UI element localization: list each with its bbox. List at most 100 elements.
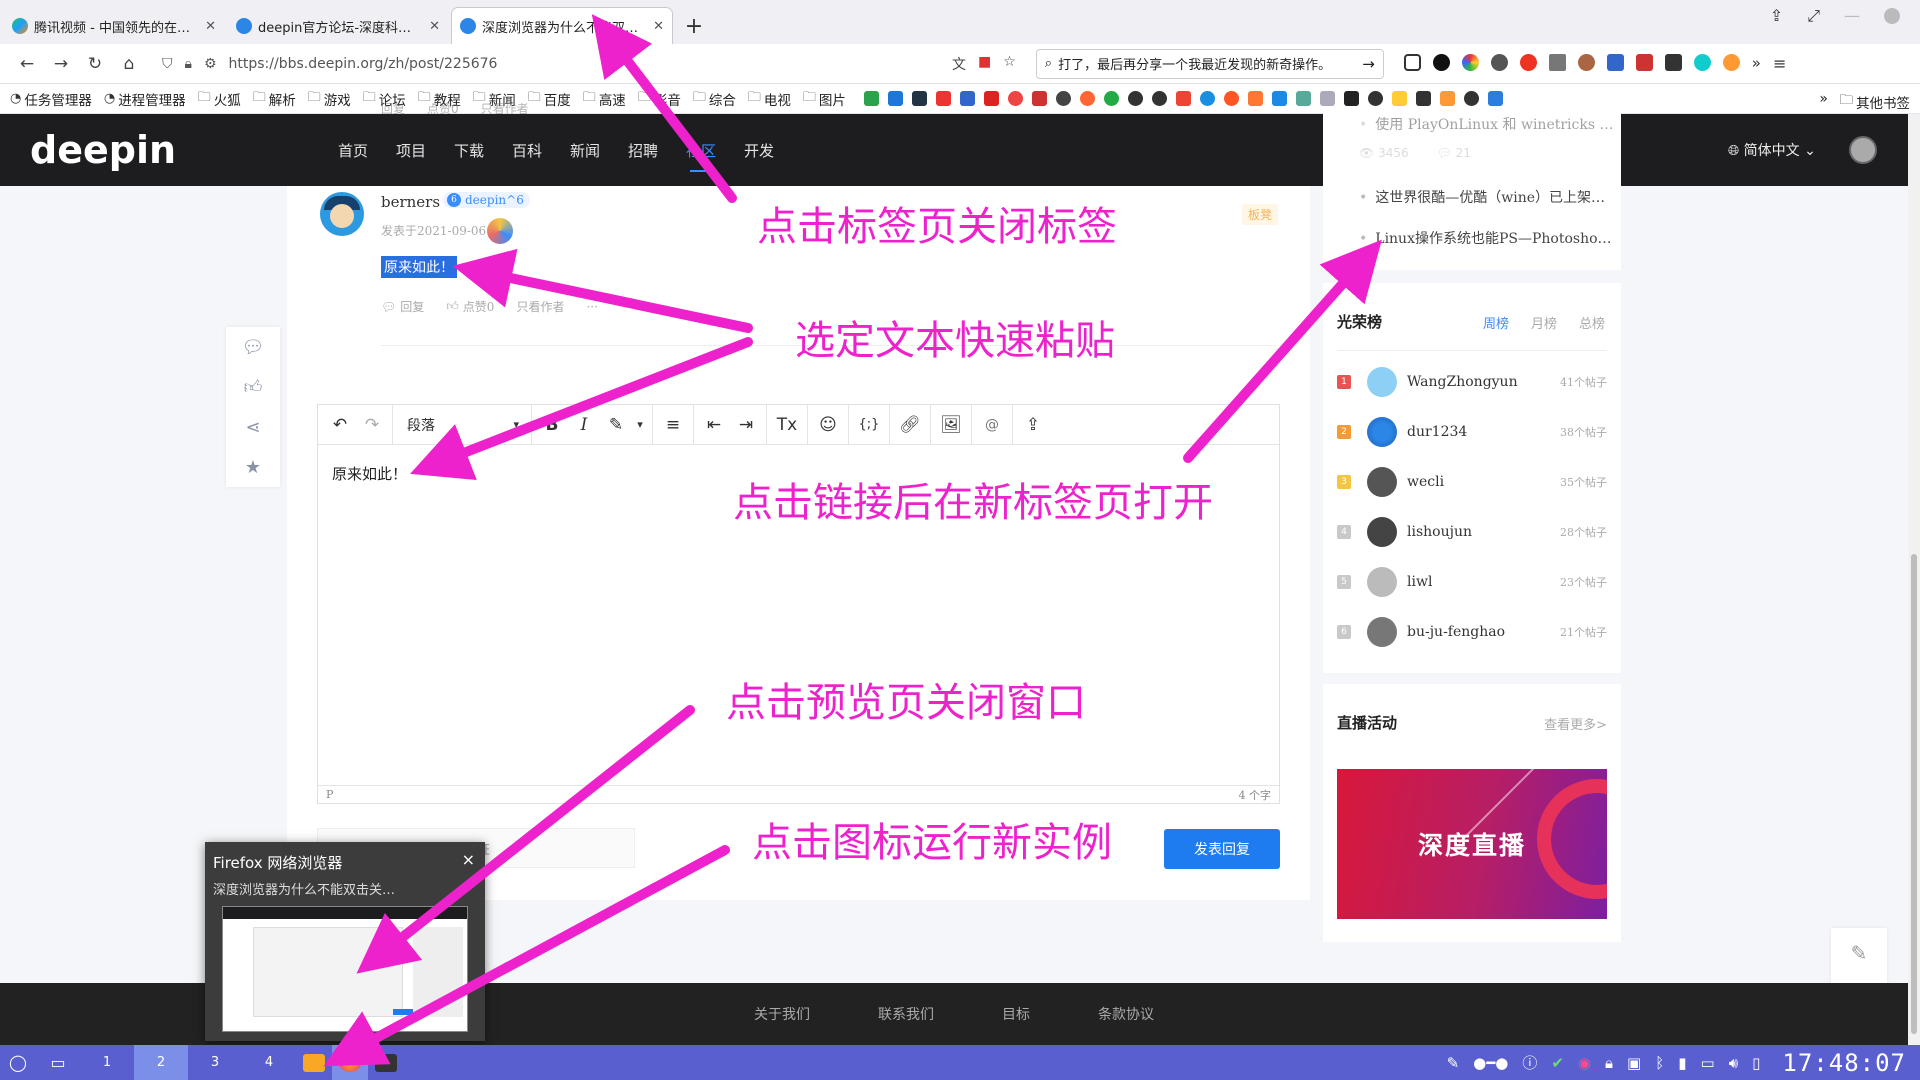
toggle-icon[interactable]: ●━● [1473,1054,1508,1072]
check-icon[interactable]: ✔ [1551,1054,1564,1072]
new-tab-button[interactable]: + [676,8,712,44]
bookmark-favicon-icon[interactable] [1391,91,1407,106]
bookmark-favicon-icon[interactable] [1199,91,1215,106]
app-tray-icon[interactable]: ◉ [1578,1054,1591,1072]
language-select[interactable]: 🌐︎ 简体中文 ⌄ [1728,140,1816,160]
workspace-1[interactable]: 1 [80,1045,134,1080]
tab-monthly[interactable]: 月榜 [1531,313,1557,332]
nav-community[interactable]: 社区 [672,114,730,186]
url-bar[interactable]: ⛉ 🔒︎ ⚙ https://bbs.deepin.org/zh/post/22… [154,49,944,79]
bookmark-star-icon[interactable]: ☆ [1003,54,1016,74]
bookmark-favicon-icon[interactable] [1127,91,1143,106]
paragraph-select[interactable]: 段落 ▾ [397,409,527,441]
bookmark-folder[interactable]: 🗀︎ 百度 [528,88,571,110]
hot-post-link[interactable]: 这世界很酷—优酷（wine）已上架… [1359,187,1605,207]
bookmark-favicon-icon[interactable] [1247,91,1263,106]
forward-icon[interactable]: → [44,48,78,80]
tab-weekly[interactable]: 周榜 [1483,313,1509,332]
scrollbar-thumb[interactable] [1911,554,1917,1034]
adblock-icon[interactable] [1519,54,1537,71]
redo-icon[interactable]: ↷ [356,409,388,441]
clipboard-icon[interactable]: ▣ [1627,1054,1641,1072]
nav-projects[interactable]: 项目 [382,114,440,186]
more-button[interactable]: ··· [586,298,597,315]
bookmarks-overflow-icon[interactable]: » [1819,91,1828,107]
translate-ext-icon[interactable] [1606,54,1624,71]
nav-develop[interactable]: 开发 [730,114,788,186]
extension-icon[interactable] [1490,54,1508,71]
highlight-icon[interactable]: ✎ [600,409,632,441]
bookmark-favicon-icon[interactable] [935,91,951,106]
bookmark-favicon-icon[interactable] [1175,91,1191,106]
edit-icon[interactable]: ✎ [1851,941,1868,965]
sd-card-icon[interactable]: ▮ [1678,1054,1686,1072]
workspace-3[interactable]: 3 [188,1045,242,1080]
bookmark-folder[interactable]: 🗀︎ 影音 [638,88,681,110]
image-icon[interactable]: 🖼︎ [935,409,967,441]
tab-close-icon[interactable]: ✕ [205,19,216,34]
undo-icon[interactable]: ↶ [324,409,356,441]
nav-download[interactable]: 下载 [440,114,498,186]
clear-format-icon[interactable]: Tx [771,409,803,441]
like-button[interactable]: 👍︎ 点赞0 [446,298,494,315]
search-go-icon[interactable]: → [1362,55,1375,73]
bookmark-favicon-icon[interactable] [1031,91,1047,106]
menu-icon[interactable]: ≡ [1773,54,1786,73]
notification-icon[interactable]: ⓘ [1522,1052,1537,1073]
rank-row[interactable]: 1 WangZhongyun 41个帖子 [1337,365,1607,399]
bookmark-favicon-icon[interactable] [1463,91,1479,106]
bookmark-favicon-icon[interactable] [1151,91,1167,106]
bookmark-favicon-icon[interactable] [1079,91,1095,106]
pen-icon[interactable]: ✎ [1447,1054,1460,1072]
screenshot-icon[interactable] [1664,54,1682,71]
footer-terms[interactable]: 条款协议 [1098,1004,1154,1024]
wps-icon[interactable] [1635,54,1653,71]
bookmark-item[interactable]: ◔ 进程管理器 [104,89,186,109]
lock-icon[interactable]: 🔒︎ [1605,1054,1613,1072]
browser-tab-1[interactable]: 腾讯视频 - 中国领先的在线视频媒体平台 ✕ [4,8,224,44]
show-desktop-icon[interactable]: ▭ [36,1045,80,1080]
live-more-link[interactable]: 查看更多> [1544,714,1607,733]
bookmark-folder[interactable]: 🗀︎ 解析 [253,88,296,110]
bookmark-favicon-icon[interactable] [1295,91,1311,106]
clock[interactable]: 17:48:07 [1782,1049,1906,1077]
footer-contact[interactable]: 联系我们 [878,1004,934,1024]
comment-icon[interactable]: 💬︎ [242,335,265,359]
info-icon[interactable] [1432,54,1450,71]
taskbar-window-preview[interactable]: Firefox 网络浏览器 × 深度浏览器为什么不能双击关… [205,842,485,1041]
workspace-4[interactable]: 4 [242,1045,296,1080]
volume-icon[interactable]: 🔊︎ [1729,1054,1738,1072]
bookmark-favicon-icon[interactable] [1439,91,1455,106]
code-icon[interactable]: {;} [853,409,885,441]
file-manager-icon[interactable] [296,1045,332,1080]
firefox-ext-icon[interactable] [1722,54,1740,71]
deepin-logo[interactable]: deepin [30,128,176,172]
bookmark-favicon-icon[interactable] [959,91,975,106]
reader-icon[interactable]: ■ [978,54,991,74]
browser-tab-2[interactable]: deepin官方论坛-深度科技官方论坛 ✕ [228,8,448,44]
bookmark-favicon-icon[interactable] [1055,91,1071,106]
chevron-down-icon[interactable]: ▾ [632,409,648,441]
rank-row[interactable]: 5 liwl 23个帖子 [1337,565,1607,599]
reply-username[interactable]: berners [381,193,440,211]
nav-wiki[interactable]: 百科 [498,114,556,186]
bookmark-favicon-icon[interactable] [1007,91,1023,106]
user-avatar[interactable] [1849,136,1877,164]
firefox-icon[interactable] [332,1045,368,1080]
upload-icon[interactable]: ⇪ [1017,409,1049,441]
pocket-icon[interactable] [1403,54,1421,71]
link-icon[interactable]: 🔗︎ [894,409,926,441]
reload-icon[interactable]: ↻ [78,48,112,80]
align-left-icon[interactable]: ≡ [657,409,689,441]
bookmark-favicon-icon[interactable] [1319,91,1335,106]
page-scrollbar[interactable] [1908,114,1920,1045]
search-input[interactable]: ⌕ 打了，最后再分享一个我最近发现的新奇操作。 → [1035,48,1384,79]
close-window-icon[interactable] [1884,8,1900,24]
fullscreen-icon[interactable]: ⤢ [1807,6,1820,26]
qr-icon[interactable] [1548,54,1566,71]
mention-icon[interactable]: @ [976,409,1008,441]
bookmark-favicon-icon[interactable] [863,91,879,106]
minimize-icon[interactable]: — [1844,6,1860,26]
share-icon[interactable]: ⋖ [245,415,260,439]
author-only-button[interactable]: 只看作者 [516,298,564,315]
